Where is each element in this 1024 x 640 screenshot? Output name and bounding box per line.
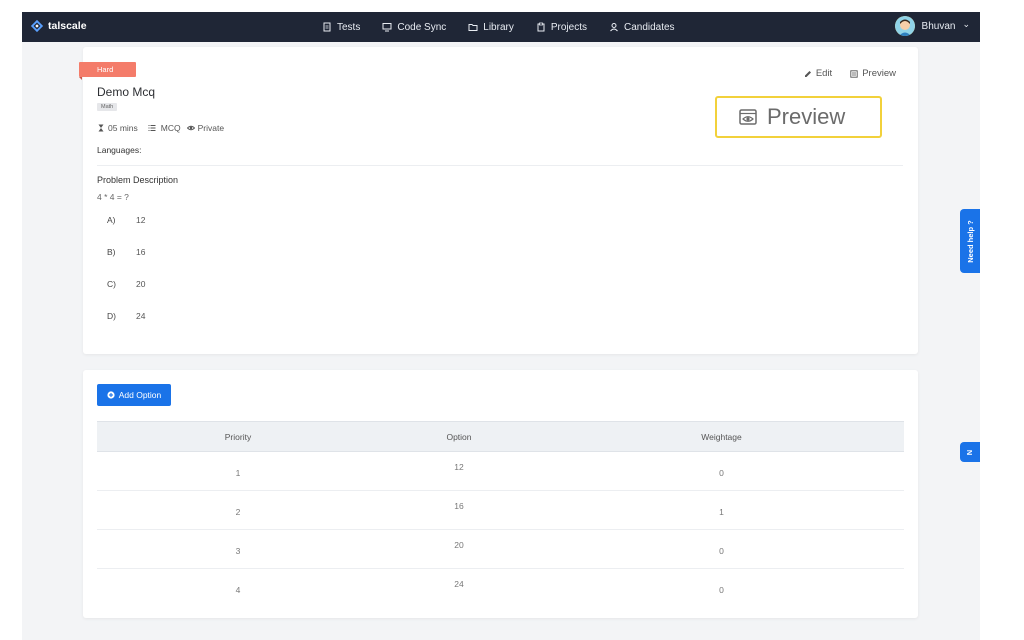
- nav-item-code-sync[interactable]: Code Sync: [382, 22, 446, 33]
- user-icon: [610, 23, 618, 32]
- folder-icon: [468, 24, 478, 31]
- clipboard-icon: [537, 22, 545, 32]
- header-weightage: Weightage: [701, 431, 742, 442]
- options-table: Priority Option Weightage 1 12 0 2 16 1 …: [97, 421, 904, 607]
- need-help-tab[interactable]: Need help ?: [960, 209, 980, 273]
- nav-label-candidates: Candidates: [623, 21, 675, 33]
- subject-tag: Math: [97, 103, 118, 111]
- document-icon: [323, 22, 331, 32]
- chevron-down-icon: ⌄: [962, 19, 970, 29]
- cell-option: 24: [454, 579, 464, 589]
- problem-meta: 05 mins MCQ Private: [97, 123, 224, 133]
- cell-weightage: 0: [719, 585, 724, 595]
- cell-weightage: 0: [719, 468, 724, 478]
- preview-icon: [850, 69, 858, 78]
- top-navbar: talscale Tests Code Sync Library Project…: [22, 12, 980, 42]
- table-row: 4 24 0: [97, 569, 904, 607]
- type-value: MCQ: [160, 123, 181, 133]
- nav-label-code-sync: Code Sync: [397, 21, 447, 33]
- problem-actions: Edit Preview: [804, 68, 896, 79]
- nav-item-tests[interactable]: Tests: [322, 22, 360, 33]
- duration-value: 05 mins: [108, 123, 138, 133]
- avatar-face-icon: [894, 16, 915, 36]
- cell-priority: 3: [235, 546, 241, 556]
- nav-item-projects[interactable]: Projects: [536, 22, 587, 33]
- cell-option: 16: [454, 501, 464, 511]
- add-option-button[interactable]: Add Option: [97, 384, 171, 406]
- cell-option: 12: [454, 462, 464, 472]
- option-item: A) 12: [107, 215, 145, 225]
- option-key: C): [107, 279, 116, 289]
- nav-label-projects: Projects: [550, 21, 587, 33]
- cell-priority: 4: [235, 585, 241, 595]
- add-option-label: Add Option: [118, 390, 162, 400]
- visibility-meta: Private: [186, 123, 225, 133]
- main-nav: Tests Code Sync Library Projects Candida…: [322, 12, 675, 42]
- nav-label-library: Library: [483, 21, 514, 33]
- app-frame: talscale Tests Code Sync Library Project…: [22, 12, 980, 640]
- preview-label: Preview: [862, 68, 896, 79]
- problem-title: Demo Mcq: [97, 85, 156, 99]
- list-icon: [148, 125, 156, 131]
- cell-weightage: 0: [719, 546, 724, 556]
- need-help-tab-secondary[interactable]: N: [960, 442, 980, 462]
- cell-priority: 1: [235, 468, 241, 478]
- preview-callout-label: Preview: [767, 104, 846, 129]
- preview-button[interactable]: Preview: [850, 68, 896, 79]
- cell-option: 20: [454, 540, 464, 550]
- eye-icon: [186, 125, 195, 131]
- type-meta: MCQ: [148, 123, 181, 133]
- question-text: 4 * 4 = ?: [97, 192, 129, 202]
- languages-label: Languages:: [97, 145, 142, 155]
- option-value: 16: [136, 247, 146, 257]
- problem-description-title: Problem Description: [97, 175, 179, 185]
- table-header: Priority Option Weightage: [97, 421, 904, 452]
- table-row: 3 20 0: [97, 530, 904, 569]
- pencil-icon: [804, 70, 811, 77]
- table-row: 1 12 0: [97, 452, 904, 491]
- option-item: B) 16: [107, 247, 145, 257]
- section-divider: [97, 165, 903, 166]
- preview-eye-icon: [739, 109, 757, 125]
- problem-card: [83, 47, 918, 354]
- need-help-label: Need help ?: [965, 219, 975, 263]
- brand-logo[interactable]: talscale: [30, 19, 87, 33]
- cell-weightage: 1: [719, 507, 724, 517]
- nav-item-candidates[interactable]: Candidates: [609, 22, 675, 33]
- user-menu[interactable]: Bhuvan ⌄: [894, 16, 970, 36]
- user-name: Bhuvan: [921, 20, 956, 32]
- hourglass-icon: [98, 124, 104, 132]
- avatar[interactable]: [894, 16, 915, 36]
- edit-button[interactable]: Edit: [804, 68, 832, 79]
- option-item: C) 20: [107, 279, 145, 289]
- option-value: 20: [136, 279, 146, 289]
- edit-label: Edit: [815, 68, 833, 79]
- table-row: 2 16 1: [97, 491, 904, 530]
- difficulty-badge: Hard: [79, 62, 136, 80]
- visibility-value: Private: [197, 123, 225, 133]
- talscale-logo-icon: [30, 19, 44, 33]
- option-value: 24: [136, 311, 146, 321]
- nav-item-library[interactable]: Library: [468, 22, 514, 33]
- cell-priority: 2: [235, 507, 241, 517]
- header-priority: Priority: [224, 431, 252, 442]
- option-key: D): [107, 311, 116, 321]
- preview-callout: Preview: [715, 96, 882, 138]
- option-value: 12: [136, 215, 146, 225]
- plus-circle-icon: [107, 391, 115, 399]
- monitor-icon: [382, 23, 392, 32]
- need-help-label-short: N: [965, 449, 975, 455]
- duration-meta: 05 mins: [97, 123, 138, 133]
- option-item: D) 24: [107, 311, 145, 321]
- brand-name: talscale: [48, 20, 87, 32]
- option-key: A): [107, 215, 116, 225]
- header-option: Option: [446, 431, 472, 442]
- nav-label-tests: Tests: [337, 21, 361, 33]
- option-key: B): [107, 247, 116, 257]
